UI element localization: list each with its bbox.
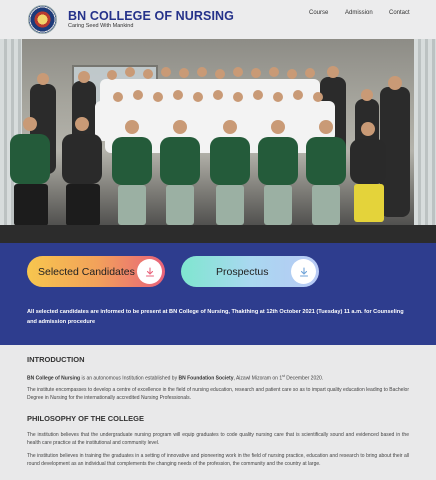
intro-date: December 2020. [284,375,324,382]
intro-paragraph-1: BN College of Nursing is an autonomous I… [27,372,409,383]
foundation-name: BN Foundation Society [178,375,234,382]
prospectus-label: Prospectus [216,265,269,278]
site-title[interactable]: BN COLLEGE OF NURSING [68,9,234,23]
group-people [0,66,436,243]
philosophy-paragraph-1: The institution believes that the underg… [27,432,409,447]
site-header: BN COLLEGE OF NURSING Caring Seed With M… [0,0,436,39]
nav-course[interactable]: Course [309,10,328,16]
prospectus-button[interactable]: Prospectus [181,256,319,287]
college-name: BN College of Nursing [27,375,81,382]
cta-band: Selected Candidates Prospectus All selec… [0,243,436,345]
intro-paragraph-2: The institute encompasses to develop a c… [27,387,409,402]
counseling-notice: All selected candidates are informed to … [27,309,404,325]
hero-group-photo [0,39,436,243]
main-content: INTRODUCTION BN College of Nursing is an… [0,345,436,480]
intro-location: , Aizawl Mizoram on 1 [233,375,283,382]
download-icon[interactable] [291,259,316,284]
selected-candidates-button[interactable]: Selected Candidates [27,256,165,287]
download-icon[interactable] [137,259,162,284]
intro-text: is an autonomous Institution established… [80,375,179,382]
philosophy-paragraph-2: The institution believes in training the… [27,453,409,468]
philosophy-heading: PHILOSOPHY OF THE COLLEGE [27,414,144,423]
college-logo[interactable] [28,5,57,34]
nav-contact[interactable]: Contact [389,10,410,16]
site-tagline: Caring Seed With Mankind [68,23,134,29]
selected-candidates-label: Selected Candidates [38,265,135,278]
nav-admission[interactable]: Admission [345,10,373,16]
intro-heading: INTRODUCTION [27,355,85,364]
